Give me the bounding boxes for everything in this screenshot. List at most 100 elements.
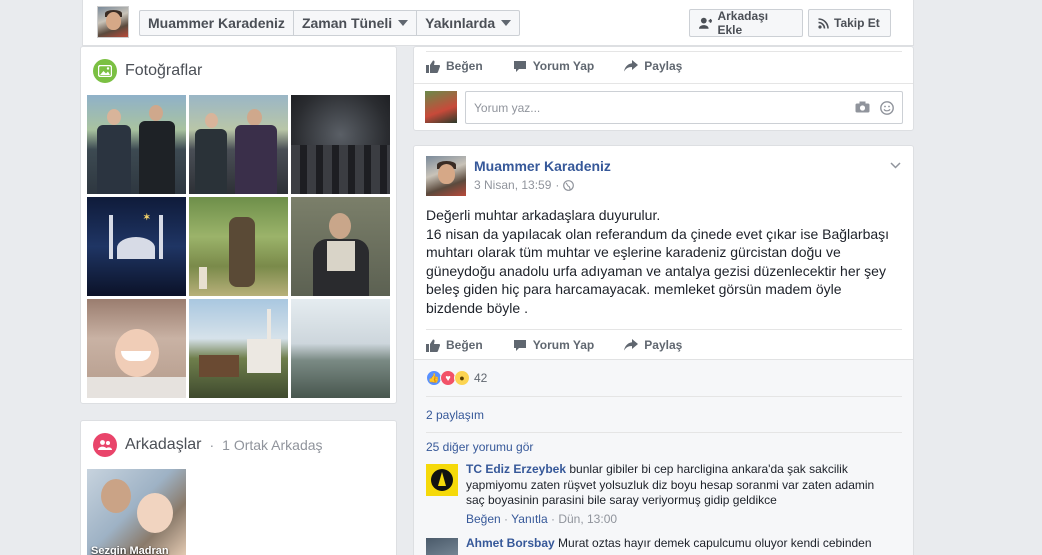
comment-button[interactable]: Yorum Yap <box>513 59 595 73</box>
commenter-avatar[interactable] <box>426 464 458 496</box>
divider <box>426 396 902 397</box>
post-timestamp[interactable]: 3 Nisan, 13:59 · <box>474 178 575 192</box>
follow-label: Takip Et <box>834 16 880 30</box>
post-text-line: bizdende böyle . <box>426 299 528 316</box>
avatar-face <box>106 12 121 30</box>
photo-thumbnail[interactable] <box>291 197 390 296</box>
like-button[interactable]: Beğen <box>426 338 483 352</box>
photos-card: Fotoğraflar ✶ <box>80 46 397 404</box>
wow-reaction-icon: ● <box>454 370 470 386</box>
comment-button[interactable]: Yorum Yap <box>513 338 595 352</box>
reaction-summary[interactable]: 👍 ♥ ● 42 <box>426 370 487 386</box>
comment-input-icons <box>855 100 894 115</box>
post-text-line: Değerli muhtar arkadaşlara duyurulur. <box>426 207 661 223</box>
photo-thumbnail[interactable] <box>189 95 288 194</box>
post-body: Değerli muhtar arkadaşlara duyurulur. 16… <box>426 206 906 317</box>
comment-input[interactable]: Yorum yaz... <box>465 91 903 124</box>
photos-title: Fotoğraflar <box>125 62 203 79</box>
add-friend-label: Arkadaşı Ekle <box>717 9 769 37</box>
photo-thumbnail[interactable]: ✶ <box>87 197 186 296</box>
meta-dot: · <box>504 511 509 526</box>
like-label: Beğen <box>446 59 483 73</box>
mutual-friends-count[interactable]: 1 Ortak Arkadaş <box>222 437 322 453</box>
nav-nearby-label: Yakınlarda <box>425 15 496 31</box>
previous-post: Beğen Yorum Yap Paylaş Yorum yaz... <box>413 46 914 131</box>
post-text-line: muhtarı olarak tüm muhtar ve eşlerine ka… <box>426 244 841 260</box>
photo-thumbnail[interactable] <box>291 299 390 398</box>
friend-face <box>101 479 131 513</box>
nav-nearby[interactable]: Yakınlarda <box>417 11 519 35</box>
share-icon <box>624 339 639 351</box>
post-time-dot: · <box>555 178 560 192</box>
post-text-line: güneydoğu anadolu urfa adıyaman ve antal… <box>426 262 886 279</box>
comment-item: TC Ediz Erzeybek bunlar gibiler bi cep h… <box>426 462 896 532</box>
post-actions: Beğen Yorum Yap Paylaş <box>426 59 682 73</box>
friends-icon <box>93 433 117 457</box>
nav-profile-name-label: Muammer Karadeniz <box>148 15 285 31</box>
author-avatar[interactable] <box>426 156 466 196</box>
photo-thumbnail[interactable] <box>291 95 390 194</box>
like-button[interactable]: Beğen <box>426 59 483 73</box>
photo-thumbnail[interactable] <box>189 197 288 296</box>
photo-grid: ✶ <box>87 95 390 398</box>
friends-title: Arkadaşlar <box>125 436 202 453</box>
post-time-text: 3 Nisan, 13:59 <box>474 178 552 192</box>
nav-timeline-label: Zaman Tüneli <box>301 15 393 31</box>
divider <box>426 329 902 330</box>
shares-link[interactable]: 2 paylaşım <box>426 408 484 422</box>
commenter-name[interactable]: Ahmet Borsbay <box>466 536 555 550</box>
divider <box>426 432 902 433</box>
post-author[interactable]: Muammer Karadeniz <box>474 158 611 174</box>
chevron-down-icon <box>501 20 512 26</box>
comment-placeholder: Yorum yaz... <box>474 100 541 115</box>
comment-label: Yorum Yap <box>532 59 595 73</box>
comment-reply-link[interactable]: Yanıtla <box>511 512 547 526</box>
chevron-down-icon <box>398 20 409 26</box>
add-friend-button[interactable]: Arkadaşı Ekle <box>689 9 803 37</box>
comment-body: Ahmet Borsbay Murat oztas hayır demek ca… <box>466 536 891 552</box>
photo-thumbnail[interactable] <box>87 299 186 398</box>
commenter-avatar[interactable] <box>426 538 458 555</box>
post-text-line: beleş giden hiç para harcamayacak. memle… <box>426 281 842 297</box>
comment-like-link[interactable]: Beğen <box>466 512 501 526</box>
comment-time[interactable]: Dün, 13:00 <box>558 512 617 526</box>
friend-thumbnail[interactable]: Sezgin Madran <box>87 469 186 555</box>
comment-label: Yorum Yap <box>532 338 595 352</box>
post-text-line: 16 nisan da yapılacak olan referandum da… <box>426 225 890 242</box>
emoji-icon[interactable] <box>880 100 894 115</box>
commenter-name[interactable]: TC Ediz Erzeybek <box>466 462 566 476</box>
view-more-comments-link[interactable]: 25 diğer yorumu gör <box>426 440 533 454</box>
photos-header[interactable]: Fotoğraflar <box>93 59 202 83</box>
share-button[interactable]: Paylaş <box>624 59 682 73</box>
add-friend-icon <box>699 17 713 29</box>
photo-overlay-text: ✶ <box>143 213 151 223</box>
friends-header[interactable]: Arkadaşlar · 1 Ortak Arkadaş <box>93 433 323 457</box>
post-options-chevron-icon[interactable] <box>890 158 901 172</box>
nav-profile-name[interactable]: Muammer Karadeniz <box>140 11 294 35</box>
comment-icon <box>513 339 526 351</box>
comment-body: TC Ediz Erzeybek bunlar gibiler bi cep h… <box>466 462 891 527</box>
like-label: Beğen <box>446 338 483 352</box>
divider <box>414 83 913 84</box>
camera-icon[interactable] <box>855 101 870 113</box>
avatar-face <box>438 164 455 184</box>
friends-dot: · <box>209 437 215 453</box>
share-icon <box>624 60 639 72</box>
meta-dot: · <box>550 511 555 526</box>
photo-thumbnail[interactable] <box>87 95 186 194</box>
post-feedback: 👍 ♥ ● 42 2 paylaşım 25 diğer yorumu gör … <box>414 359 913 555</box>
profile-avatar[interactable] <box>97 6 129 38</box>
comment-meta: Beğen · Yanıtla · Dün, 13:00 <box>466 512 891 528</box>
photos-icon <box>93 59 117 83</box>
profile-nav-group: Muammer Karadeniz Zaman Tüneli Yakınlard… <box>139 10 521 36</box>
post-card: Muammer Karadeniz 3 Nisan, 13:59 · Değer… <box>413 145 914 555</box>
divider <box>426 51 902 52</box>
share-button[interactable]: Paylaş <box>624 338 682 352</box>
thumbs-up-icon <box>426 60 440 73</box>
nav-timeline[interactable]: Zaman Tüneli <box>294 11 418 35</box>
photo-thumbnail[interactable] <box>189 299 288 398</box>
profile-nav-bar: Muammer Karadeniz Zaman Tüneli Yakınlard… <box>82 0 914 46</box>
thumbs-up-icon <box>426 339 440 352</box>
friend-name: Sezgin Madran <box>91 545 169 555</box>
follow-button[interactable]: Takip Et <box>808 9 891 37</box>
